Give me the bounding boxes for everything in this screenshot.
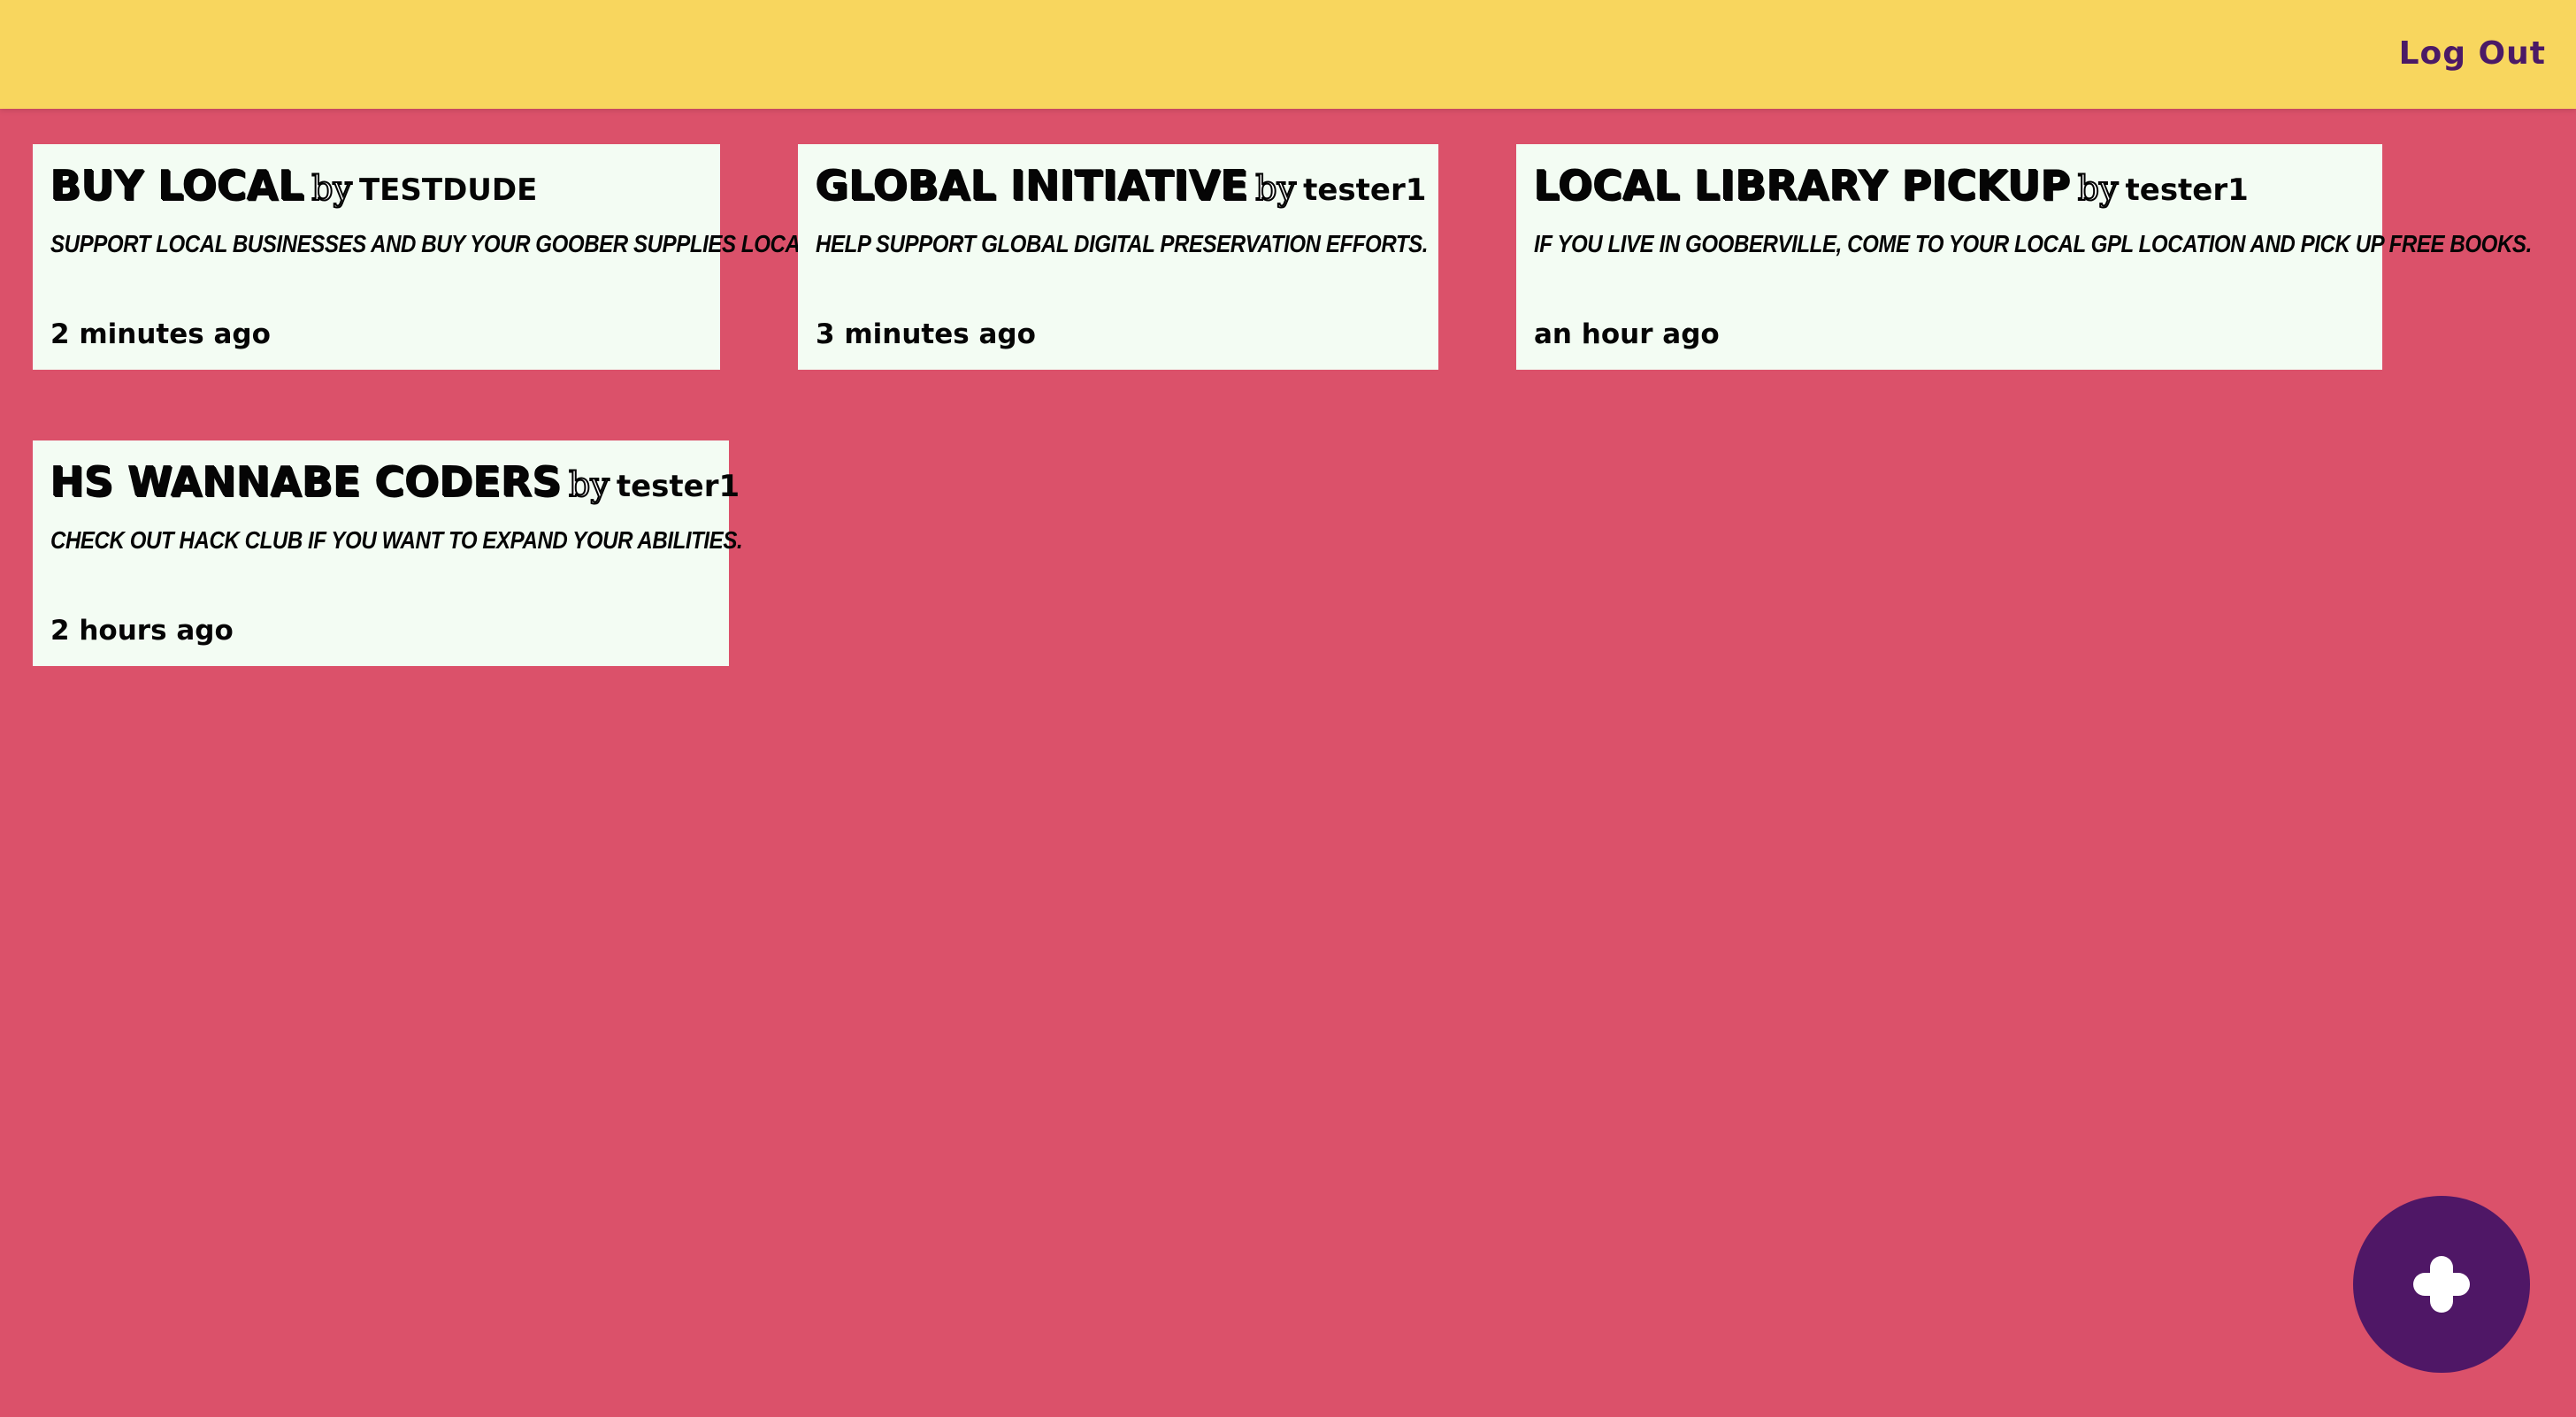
post-by-label: by <box>310 168 353 209</box>
post-title: HS WANNABE CODERS <box>50 458 563 506</box>
plus-icon <box>2413 1256 2470 1313</box>
post-description: IF YOU LIVE IN GOOBERVILLE, COME TO YOUR… <box>1534 230 2532 257</box>
post-description: SUPPORT LOCAL BUSINESSES AND BUY YOUR GO… <box>50 230 841 257</box>
post-title-row: HS WANNABE CODERS by tester1 <box>50 453 740 521</box>
post-title: BUY LOCAL <box>50 162 305 210</box>
post-title-row: BUY LOCAL by TESTDUDE <box>50 157 702 225</box>
post-timestamp: 2 hours ago <box>50 615 234 647</box>
post-timestamp: 3 minutes ago <box>816 318 1036 350</box>
post-timestamp: an hour ago <box>1534 318 1720 350</box>
post-author: tester1 <box>1303 172 1427 208</box>
post-by-label: by <box>2077 168 2120 209</box>
post-title: GLOBAL INITIATIVE <box>816 162 1249 210</box>
post-card[interactable]: HS WANNABE CODERS by tester1 CHECK OUT HAC… <box>33 440 743 666</box>
post-title: LOCAL LIBRARY PICKUP <box>1534 162 2071 210</box>
top-bar: Log Out <box>0 0 2576 109</box>
post-timestamp: 2 minutes ago <box>50 318 271 350</box>
post-description: CHECK OUT HACK CLUB IF YOU WANT TO EXPAN… <box>50 526 743 554</box>
post-title-row: LOCAL LIBRARY PICKUP by tester1 <box>1534 157 2365 225</box>
add-post-button[interactable] <box>2353 1196 2530 1373</box>
logout-link[interactable]: Log Out <box>2399 35 2546 72</box>
post-card[interactable]: GLOBAL INITIATIVE by tester1 HELP SUPPORT … <box>798 144 1438 370</box>
post-description: HELP SUPPORT GLOBAL DIGITAL PRESERVATION… <box>816 230 1429 257</box>
post-author: tester1 <box>616 469 740 504</box>
post-author: tester1 <box>2125 172 2249 208</box>
post-title-row: GLOBAL INITIATIVE by tester1 <box>816 157 1426 225</box>
post-author: TESTDUDE <box>358 172 538 208</box>
post-by-label: by <box>1254 168 1297 209</box>
post-by-label: by <box>568 464 610 505</box>
post-card[interactable]: BUY LOCAL by TESTDUDE SUPPORT LOCAL BUSINE… <box>33 144 841 370</box>
post-card[interactable]: LOCAL LIBRARY PICKUP by tester1 IF YOU LIV… <box>1516 144 2532 370</box>
